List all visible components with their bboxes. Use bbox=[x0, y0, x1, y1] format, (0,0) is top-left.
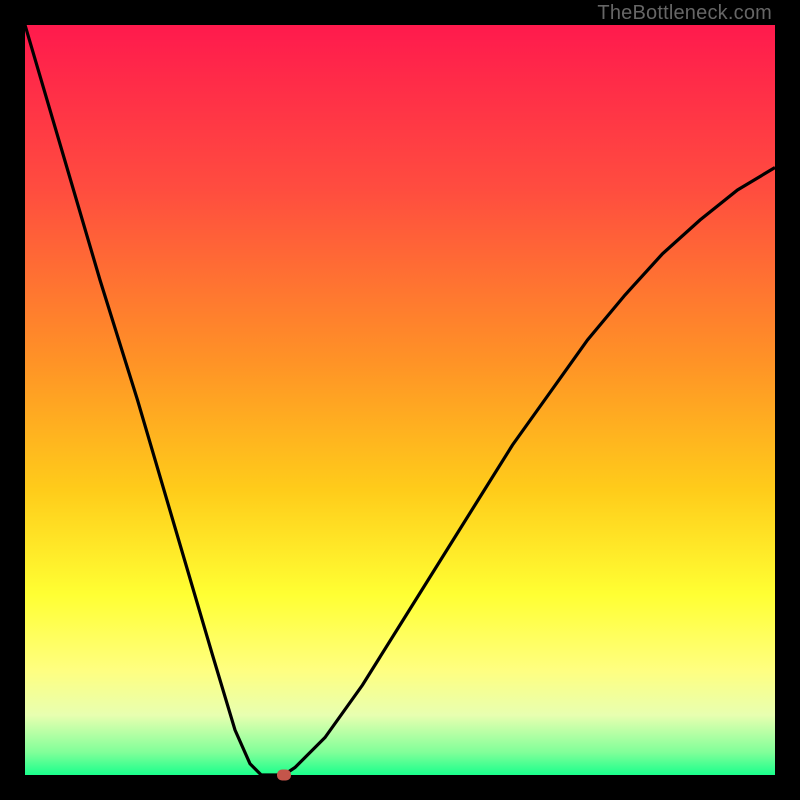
watermark-text: TheBottleneck.com bbox=[597, 2, 772, 25]
optimal-point-marker bbox=[277, 770, 291, 781]
chart-svg bbox=[25, 25, 775, 775]
chart-plot-area bbox=[25, 25, 775, 775]
